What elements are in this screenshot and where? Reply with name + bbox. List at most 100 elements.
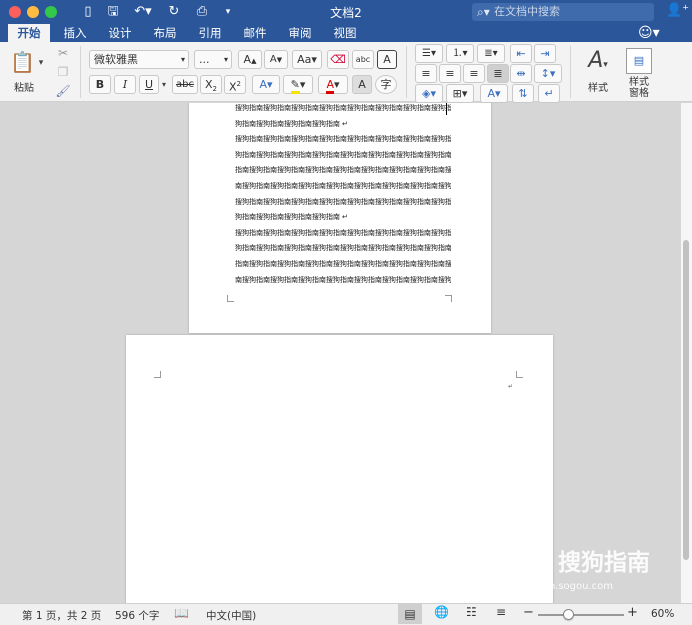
- justify-button[interactable]: ≣: [487, 64, 509, 83]
- margin-corner-mark: [516, 371, 523, 378]
- feedback-smiley-icon[interactable]: ☺▾: [638, 25, 660, 41]
- document-line[interactable]: 狗指南搜狗指南搜狗指南搜狗指南 ↵: [235, 209, 451, 225]
- styles-gallery-icon[interactable]: A▾: [580, 46, 616, 76]
- tab-insert[interactable]: 插入: [55, 24, 95, 42]
- document-line[interactable]: 狗指南搜狗指南搜狗指南搜狗指南搜狗指南搜狗指南搜狗指南搜狗指南搜狗: [235, 147, 451, 163]
- document-line[interactable]: 指南搜狗指南搜狗指南搜狗指南搜狗指南搜狗指南搜狗指南搜狗指南搜狗指: [235, 162, 451, 178]
- clear-formatting-button[interactable]: ⌫: [327, 50, 349, 69]
- language-label[interactable]: 中文(中国): [206, 608, 256, 623]
- tab-home[interactable]: 开始: [8, 24, 50, 42]
- phonetic-guide-button[interactable]: abc: [352, 50, 374, 69]
- document-line[interactable]: 南搜狗指南搜狗指南搜狗指南搜狗指南搜狗指南搜狗指南搜狗指南搜狗指南 ↵: [235, 272, 451, 288]
- sort-button[interactable]: ⇅: [512, 84, 534, 103]
- highlight-button[interactable]: ✎▾: [283, 75, 313, 94]
- paste-dropdown-icon[interactable]: ▾: [36, 54, 46, 72]
- sidebar-toggle-icon[interactable]: ▯: [80, 3, 96, 21]
- document-line[interactable]: 指南搜狗指南搜狗指南搜狗指南搜狗指南搜狗指南搜狗指南搜狗指南搜狗指: [235, 256, 451, 272]
- decrease-indent-button[interactable]: ⇤: [510, 44, 532, 63]
- document-canvas[interactable]: 搜狗指南搜狗指南搜狗指南搜狗指南搜狗指南搜狗指南搜狗指南搜狗指南搜 狗指南搜狗指南…: [0, 103, 681, 603]
- underline-button[interactable]: U: [139, 75, 159, 94]
- align-right-button[interactable]: ≡: [463, 64, 485, 83]
- enclose-characters-button[interactable]: 字: [375, 75, 397, 94]
- shading-button[interactable]: ◈▾: [415, 84, 443, 103]
- search-input[interactable]: ⌕▾ 在文档中搜索: [472, 3, 654, 21]
- web-layout-view-icon[interactable]: 🌐: [434, 605, 449, 619]
- zoom-percentage[interactable]: 60%: [651, 608, 674, 620]
- italic-button[interactable]: I: [114, 75, 136, 94]
- document-line[interactable]: 狗指南搜狗指南搜狗指南搜狗指南 ↵: [235, 116, 451, 132]
- line-spacing-button[interactable]: ↕▾: [534, 64, 562, 83]
- strikethrough-button[interactable]: abc: [172, 75, 198, 94]
- paste-label: 粘贴: [14, 83, 34, 94]
- asian-layout-button[interactable]: A▾: [480, 84, 508, 103]
- zoom-window-button[interactable]: [45, 6, 57, 18]
- distributed-button[interactable]: ⇹: [510, 64, 532, 83]
- paragraph-mark-icon: ↵: [508, 383, 514, 390]
- document-line[interactable]: 搜狗指南搜狗指南搜狗指南搜狗指南搜狗指南搜狗指南搜狗指南搜狗指南搜: [235, 103, 451, 116]
- character-border-button[interactable]: A: [377, 50, 397, 69]
- page-1-text[interactable]: 搜狗指南搜狗指南搜狗指南搜狗指南搜狗指南搜狗指南搜狗指南搜狗指南搜 狗指南搜狗指南…: [235, 103, 451, 287]
- document-line[interactable]: 搜狗指南搜狗指南搜狗指南搜狗指南搜狗指南搜狗指南搜狗指南搜狗指南搜: [235, 194, 451, 210]
- multilevel-list-button[interactable]: ≣▾: [477, 44, 505, 63]
- document-line[interactable]: 搜狗指南搜狗指南搜狗指南搜狗指南搜狗指南搜狗指南搜狗指南搜狗指南搜: [235, 225, 451, 241]
- increase-indent-button[interactable]: ⇥: [534, 44, 556, 63]
- bullets-button[interactable]: ☰▾: [415, 44, 443, 63]
- tab-review[interactable]: 审阅: [280, 24, 320, 42]
- tab-view[interactable]: 视图: [325, 24, 365, 42]
- font-size-select[interactable]: ... ▾: [194, 50, 232, 69]
- copy-icon[interactable]: ❐: [54, 63, 72, 81]
- tab-design[interactable]: 设计: [100, 24, 140, 42]
- paste-icon[interactable]: 📋: [10, 48, 35, 76]
- tab-references[interactable]: 引用: [190, 24, 230, 42]
- format-painter-icon[interactable]: 🖌: [54, 82, 72, 100]
- zoom-out-icon[interactable]: −: [523, 605, 534, 620]
- cut-icon[interactable]: ✂: [54, 44, 72, 62]
- vertical-scrollbar[interactable]: [681, 103, 692, 603]
- text-effects-button[interactable]: A▾: [252, 75, 280, 94]
- add-user-icon[interactable]: 👤⁺: [666, 3, 689, 18]
- zoom-in-icon[interactable]: +: [627, 605, 638, 620]
- redo-icon[interactable]: ↻: [166, 3, 182, 21]
- bold-button[interactable]: B: [89, 75, 111, 94]
- shrink-font-button[interactable]: A▼: [264, 50, 288, 69]
- document-line[interactable]: 南搜狗指南搜狗指南搜狗指南搜狗指南搜狗指南搜狗指南搜狗指南搜狗指南: [235, 178, 451, 194]
- align-center-button[interactable]: ≡: [439, 64, 461, 83]
- subscript-button[interactable]: X2: [200, 75, 222, 94]
- change-case-button[interactable]: Aa▾: [292, 50, 322, 69]
- undo-icon[interactable]: ↶▾: [131, 3, 155, 21]
- borders-button[interactable]: ⊞▾: [446, 84, 474, 103]
- page-1[interactable]: 搜狗指南搜狗指南搜狗指南搜狗指南搜狗指南搜狗指南搜狗指南搜狗指南搜 狗指南搜狗指南…: [189, 103, 491, 333]
- close-window-button[interactable]: [9, 6, 21, 18]
- save-icon[interactable]: 🖫: [105, 3, 121, 21]
- document-line[interactable]: 狗指南搜狗指南搜狗指南搜狗指南搜狗指南搜狗指南搜狗指南搜狗指南搜狗: [235, 240, 451, 256]
- font-name-select[interactable]: 微软雅黑 ▾: [89, 50, 189, 69]
- draft-view-icon[interactable]: ≡: [496, 605, 506, 619]
- document-line[interactable]: 搜狗指南搜狗指南搜狗指南搜狗指南搜狗指南搜狗指南搜狗指南搜狗指南搜: [235, 131, 451, 147]
- font-color-button[interactable]: A▾: [318, 75, 348, 94]
- tab-mailings[interactable]: 邮件: [235, 24, 275, 42]
- show-marks-button[interactable]: ↵: [538, 84, 560, 103]
- zoom-slider-knob[interactable]: [562, 609, 574, 620]
- underline-dropdown-icon[interactable]: ▾: [159, 76, 169, 94]
- superscript-button[interactable]: X2: [224, 75, 246, 94]
- numbering-button[interactable]: ⒈▾: [446, 44, 474, 63]
- print-layout-view-icon[interactable]: ▤: [398, 604, 422, 624]
- print-icon[interactable]: ⎙: [193, 3, 211, 21]
- styles-pane-icon[interactable]: ▤: [626, 48, 652, 74]
- styles-pane-label[interactable]: 样式 窗格: [622, 77, 656, 99]
- page-count[interactable]: 第 1 页，共 2 页: [22, 608, 101, 623]
- minimize-window-button[interactable]: [27, 6, 39, 18]
- proofing-icon[interactable]: 📖: [174, 606, 189, 620]
- tab-layout[interactable]: 布局: [145, 24, 185, 42]
- outline-view-icon[interactable]: ☷: [466, 605, 477, 619]
- zoom-slider[interactable]: [538, 609, 624, 620]
- customize-toolbar-icon[interactable]: ▾: [222, 3, 234, 21]
- align-left-button[interactable]: ≡: [415, 64, 437, 83]
- scrollbar-thumb[interactable]: [683, 240, 689, 560]
- character-shading-button[interactable]: A: [352, 75, 372, 94]
- page-2[interactable]: ↵: [126, 335, 553, 603]
- word-count[interactable]: 596 个字: [115, 608, 159, 623]
- grow-font-button[interactable]: A▲: [238, 50, 262, 69]
- search-placeholder: 在文档中搜索: [494, 5, 560, 18]
- margin-corner-mark: [445, 295, 452, 302]
